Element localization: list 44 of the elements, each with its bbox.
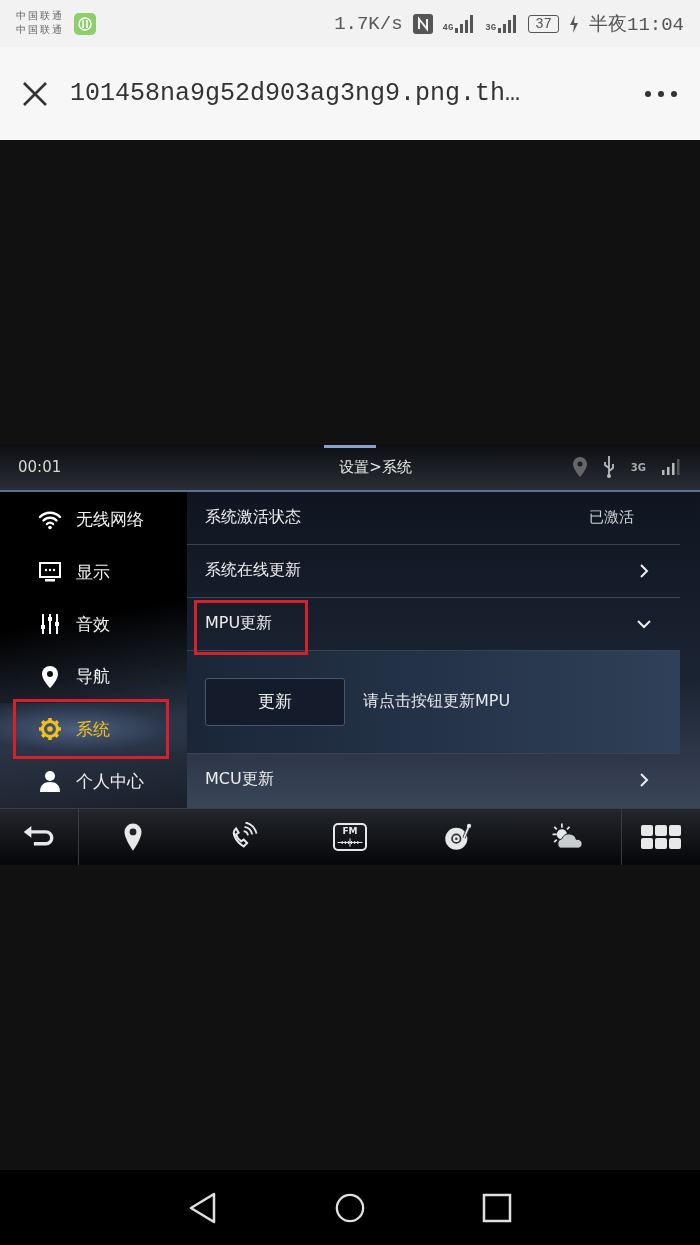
usb-icon: [602, 456, 615, 479]
setting-label: MCU更新: [205, 769, 275, 791]
battery-level: 37: [528, 14, 559, 33]
carrier-name: 中国联通: [16, 9, 64, 24]
monitor-icon: [38, 560, 62, 585]
signal-icon: [662, 459, 682, 476]
file-name: 101458na9g52d903ag3ng9.png.th…: [70, 79, 522, 108]
sidebar-item[interactable]: 个人中心: [0, 755, 187, 808]
network-speed: 1.7K/s: [334, 12, 403, 35]
radio-icon[interactable]: FM: [333, 822, 367, 851]
carrier-name: 中国联通: [16, 23, 64, 38]
clock: 半夜11:04: [589, 12, 684, 37]
equalizer-icon: [38, 612, 62, 637]
home-icon[interactable]: [335, 1191, 365, 1224]
sidebar-item[interactable]: 显示: [0, 545, 187, 599]
signal-icon: [498, 14, 519, 33]
setting-label: 系统在线更新: [205, 560, 302, 582]
sidebar-item[interactable]: 无线网络: [0, 493, 187, 546]
signal-icon: [455, 14, 476, 33]
sidebar-item[interactable]: 音效: [0, 598, 187, 651]
clock: 00:01: [18, 458, 63, 477]
app-grid-icon[interactable]: [640, 823, 683, 850]
location-pin-icon: [572, 457, 587, 478]
recents-icon[interactable]: [481, 1191, 512, 1224]
network-type: 4G: [442, 22, 454, 33]
tuning-dial-icon: [336, 837, 364, 847]
update-button[interactable]: 更新: [205, 677, 345, 726]
sidebar-item[interactable]: 导航: [0, 650, 187, 703]
data-transfer-icon: [74, 12, 96, 35]
network-type: 3G: [485, 22, 497, 33]
setting-label: MPU更新: [205, 613, 274, 635]
close-icon[interactable]: [22, 80, 48, 107]
person-icon: [38, 769, 62, 794]
gear-icon: [38, 717, 62, 742]
status-value: 已激活: [589, 508, 634, 528]
network-type: 3G: [630, 461, 646, 473]
sidebar-item[interactable]: 系统: [0, 702, 187, 756]
more-icon[interactable]: [644, 89, 678, 98]
setting-label: 系统激活状态: [205, 507, 302, 529]
fm-label: FM: [342, 825, 358, 836]
nfc-icon: [412, 13, 433, 34]
hint-text: 请点击按钮更新MPU: [363, 691, 511, 713]
breadcrumb: 设置>系统: [338, 457, 413, 477]
charging-icon: [569, 14, 579, 33]
